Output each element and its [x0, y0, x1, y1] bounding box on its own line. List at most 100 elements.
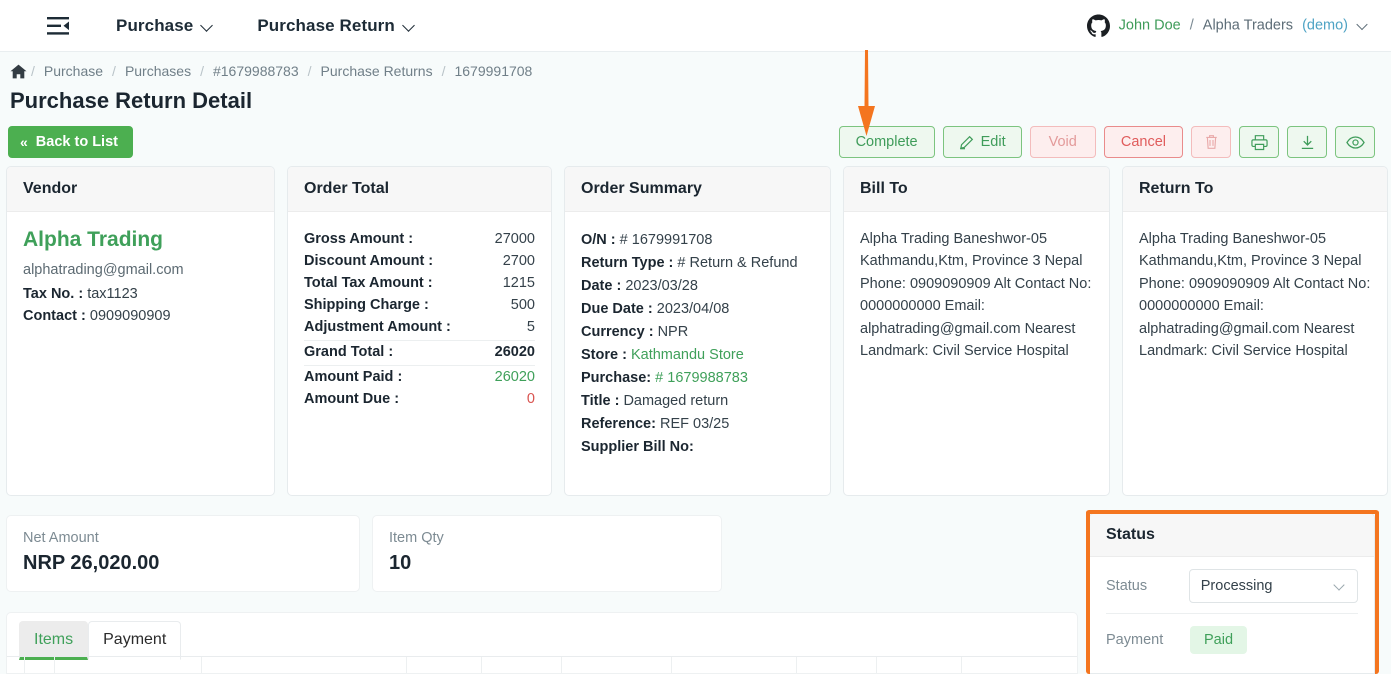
- purchase-link[interactable]: # 1679988783: [655, 370, 748, 386]
- payment-field-row: Payment Paid: [1090, 614, 1374, 664]
- list-item: Store : Kathmandu Store: [581, 343, 814, 366]
- chevron-down-icon: [201, 20, 213, 32]
- row-label: Amount Due :: [304, 391, 400, 407]
- row-label: Title :: [581, 392, 620, 409]
- cancel-button-label: Cancel: [1120, 134, 1166, 150]
- table-row: Amount Due : 0: [304, 388, 535, 410]
- vendor-contact-label: Contact :: [23, 308, 86, 324]
- status-select-value: Processing: [1200, 578, 1273, 594]
- row-label: Adjustment Amount :: [304, 319, 451, 335]
- list-item: Title : Damaged return: [581, 389, 814, 412]
- row-value: REF 03/25: [659, 415, 730, 432]
- row-value: # 1679991708: [619, 231, 713, 248]
- table-column-divider: [7, 657, 25, 673]
- vendor-tax-label: Tax No. :: [23, 286, 84, 302]
- chevron-down-icon: [1334, 580, 1346, 592]
- row-value: NPR: [657, 323, 689, 340]
- nav-item-purchase-label: Purchase: [116, 15, 194, 35]
- preview-button[interactable]: [1335, 126, 1375, 158]
- tab-list: Items Payment: [7, 613, 1077, 660]
- order-summary-card-title: Order Summary: [565, 167, 830, 212]
- breadcrumb-item-purchases[interactable]: Purchases: [116, 63, 200, 79]
- list-item: Reference: REF 03/25: [581, 412, 814, 435]
- download-button[interactable]: [1287, 126, 1327, 158]
- table-column-divider: [482, 657, 562, 673]
- print-button[interactable]: [1239, 126, 1279, 158]
- row-value: 2023/03/28: [625, 277, 698, 294]
- net-amount-value: NRP 26,020.00: [23, 552, 160, 574]
- list-item: Date : 2023/03/28: [581, 274, 814, 297]
- table-row: Grand Total : 26020: [304, 341, 535, 366]
- action-toolbar: « Back to List Complete Edit Void Cancel: [0, 126, 1391, 162]
- return-to-address: Alpha Trading Baneshwor-05 Kathmandu,Ktm…: [1139, 231, 1371, 360]
- row-label: Purchase:: [581, 369, 652, 386]
- return-to-card-title: Return To: [1123, 167, 1387, 212]
- menu-collapse-icon[interactable]: [44, 12, 72, 40]
- breadcrumb-item-purchase-returns[interactable]: Purchase Returns: [312, 63, 442, 79]
- table-row: Shipping Charge : 500: [304, 294, 535, 316]
- table-row: Discount Amount : 2700: [304, 250, 535, 272]
- document-actions-group: Complete Edit Void Cancel: [838, 126, 1375, 158]
- home-icon[interactable]: [10, 64, 27, 79]
- vendor-card-title: Vendor: [7, 167, 274, 212]
- vendor-email: alphatrading@gmail.com: [23, 262, 184, 278]
- back-to-list-button[interactable]: « Back to List: [8, 126, 133, 158]
- status-select[interactable]: Processing: [1188, 569, 1358, 603]
- bill-to-card: Bill To Alpha Trading Baneshwor-05 Kathm…: [843, 166, 1110, 496]
- tab-items[interactable]: Items: [19, 621, 89, 660]
- user-name: John Doe: [1118, 17, 1181, 34]
- row-label: Supplier Bill No:: [581, 438, 694, 455]
- row-label: Store :: [581, 346, 627, 363]
- table-column-divider: [407, 657, 482, 673]
- user-account-menu[interactable]: John Doe / Alpha Traders (demo): [1086, 14, 1369, 37]
- page-title: Purchase Return Detail: [10, 88, 253, 113]
- table-row: Amount Paid : 26020: [304, 366, 535, 388]
- nav-item-purchase[interactable]: Purchase: [116, 16, 213, 36]
- nav-item-purchase-return[interactable]: Purchase Return: [257, 16, 415, 36]
- row-label: Due Date :: [581, 300, 653, 317]
- cancel-button[interactable]: Cancel: [1103, 126, 1183, 158]
- list-item: Supplier Bill No:: [581, 435, 814, 458]
- table-column-divider: [55, 657, 202, 673]
- vendor-contact-row: Contact : 0909090909: [23, 308, 258, 324]
- bill-to-card-title: Bill To: [844, 167, 1109, 212]
- organization-name: Alpha Traders: [1202, 17, 1294, 34]
- row-label: Currency :: [581, 323, 654, 340]
- row-label: Discount Amount :: [304, 253, 434, 269]
- breadcrumb-item-purchase-id[interactable]: #1679988783: [204, 63, 308, 79]
- net-amount-label: Net Amount: [23, 530, 99, 546]
- store-link[interactable]: Kathmandu Store: [631, 347, 744, 363]
- table-column-divider: [672, 657, 797, 673]
- row-value: 27000: [494, 231, 535, 247]
- order-total-rows: Gross Amount : 27000 Discount Amount : 2…: [288, 212, 551, 426]
- row-label: Gross Amount :: [304, 231, 414, 247]
- vendor-tax-value: tax1123: [87, 286, 138, 302]
- row-label: Shipping Charge :: [304, 297, 429, 313]
- status-card: Status Status Processing Payment Paid: [1089, 513, 1375, 674]
- double-chevron-left-icon: «: [20, 134, 28, 150]
- table-column-divider: [25, 657, 55, 673]
- row-label: O/N :: [581, 231, 616, 248]
- breadcrumb-item-purchase[interactable]: Purchase: [35, 63, 112, 79]
- list-item: O/N : # 1679991708: [581, 228, 814, 251]
- nav-item-purchase-return-label: Purchase Return: [257, 15, 395, 35]
- status-field-label: Status: [1106, 578, 1148, 594]
- tab-payment[interactable]: Payment: [88, 621, 182, 660]
- row-value: 1215: [502, 275, 535, 291]
- tab-payment-label: Payment: [103, 631, 167, 648]
- row-label: Reference:: [581, 415, 656, 432]
- chevron-down-icon: [1357, 20, 1369, 32]
- bill-to-address: Alpha Trading Baneshwor-05 Kathmandu,Ktm…: [860, 231, 1092, 360]
- row-value: 5: [526, 319, 535, 335]
- void-button: Void: [1029, 126, 1096, 158]
- top-navigation-bar: Purchase Purchase Return John Doe / Alph…: [0, 0, 1391, 52]
- status-badge: Paid: [1190, 626, 1248, 654]
- complete-button[interactable]: Complete: [838, 126, 935, 158]
- edit-button[interactable]: Edit: [942, 126, 1022, 158]
- row-value: 26020: [494, 369, 535, 385]
- table-row: Total Tax Amount : 1215: [304, 272, 535, 294]
- row-value: 2700: [502, 253, 535, 269]
- payment-field-label: Payment: [1106, 632, 1164, 648]
- download-icon: [1301, 135, 1313, 149]
- printer-icon: [1250, 134, 1268, 150]
